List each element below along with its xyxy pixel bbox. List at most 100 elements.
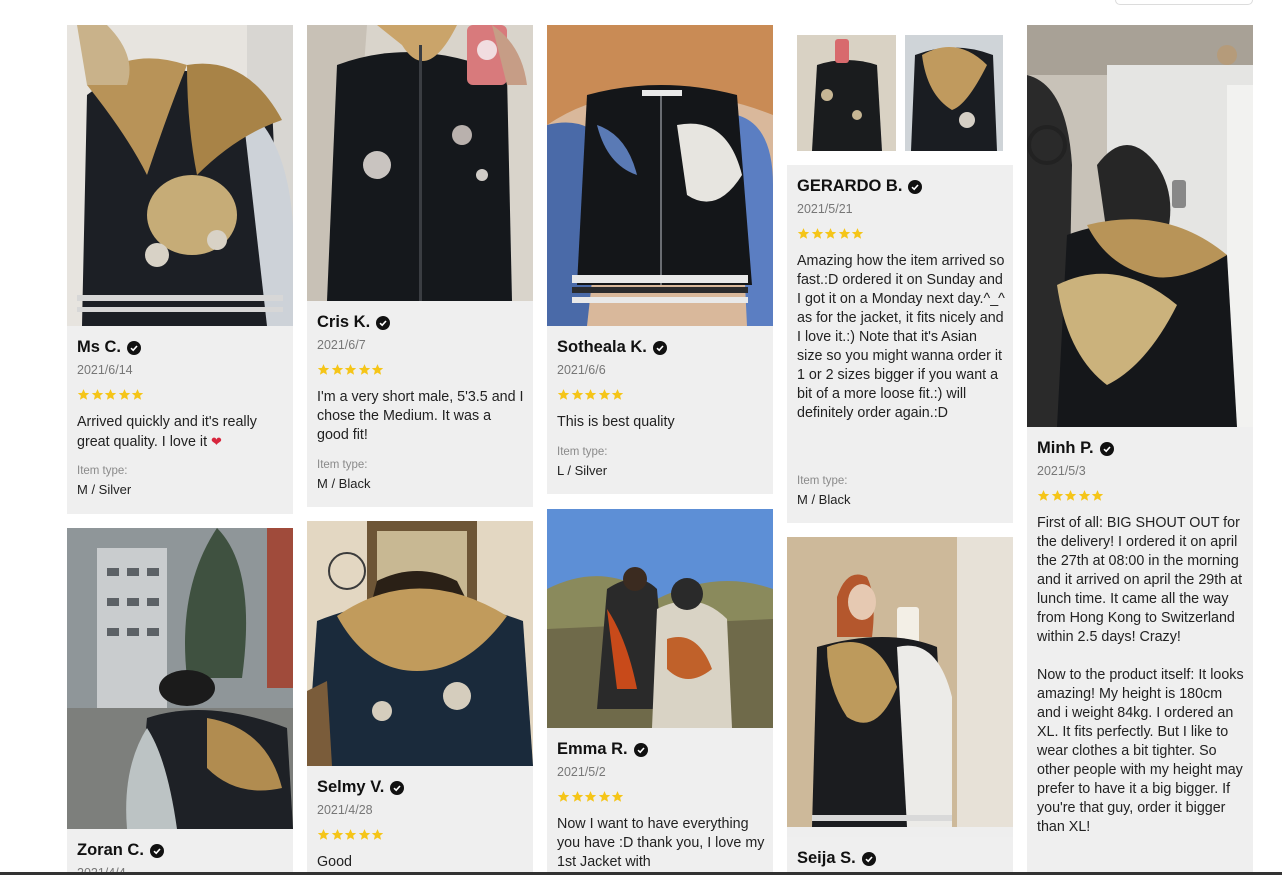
review-photo[interactable] — [787, 537, 1013, 837]
review-photo[interactable] — [307, 25, 533, 301]
review-card: Emma R. 2021/5/2 Now I want to have ever… — [547, 509, 773, 875]
star-rating — [317, 363, 384, 376]
star-icon — [797, 228, 810, 239]
star-icon — [598, 389, 610, 400]
item-type-label: Item type: — [557, 446, 608, 458]
star-icon — [584, 791, 597, 802]
review-date: 2021/6/14 — [77, 363, 133, 377]
star-icon — [77, 389, 90, 400]
item-type-value: M / Black — [317, 476, 371, 491]
star-icon — [131, 389, 144, 400]
verified-check-icon — [149, 843, 164, 858]
star-icon — [331, 829, 343, 840]
star-rating — [1037, 489, 1104, 502]
reviewer-name: Minh P. — [1037, 439, 1114, 458]
star-icon — [557, 791, 570, 802]
item-type-label: Item type: — [797, 475, 848, 487]
review-photo[interactable] — [67, 528, 293, 829]
star-icon — [344, 364, 357, 375]
verified-check-icon — [127, 340, 142, 355]
review-date: 2021/5/2 — [557, 765, 606, 779]
item-type-label: Item type: — [77, 465, 128, 477]
review-text: Now I want to have everything you have :… — [557, 816, 765, 870]
star-icon — [1051, 490, 1063, 501]
reviewer-name: Emma R. — [557, 740, 648, 759]
reviewer-name: Ms C. — [77, 338, 142, 357]
sort-dropdown[interactable] — [1115, 0, 1253, 5]
review-text: I'm a very short male, 5'3.5 and I chose… — [317, 389, 524, 443]
star-rating — [317, 828, 384, 841]
star-icon — [838, 228, 850, 239]
verified-check-icon — [861, 851, 876, 866]
review-card: Ms C. 2021/6/14 Arrived quickly and it's… — [67, 25, 293, 514]
review-date: 2021/6/6 — [557, 363, 606, 377]
star-icon — [104, 389, 117, 400]
reviewer-name: Seija S. — [797, 849, 876, 868]
review-photo[interactable] — [67, 25, 293, 326]
star-rating — [557, 388, 624, 401]
star-icon — [358, 364, 370, 375]
star-icon — [824, 228, 837, 239]
review-text: Amazing how the item arrived so fast.:D … — [797, 253, 1005, 421]
star-rating — [557, 790, 624, 803]
item-type-value: M / Silver — [77, 482, 132, 497]
review-photo[interactable] — [547, 509, 773, 728]
review-text: Arrived quickly and it's really great qu… — [77, 414, 257, 450]
review-card: Sotheala K. 2021/6/6 This is best qualit… — [547, 25, 773, 494]
item-type-value: L / Silver — [557, 463, 608, 478]
item-type-value: M / Black — [797, 492, 851, 507]
review-date: 2021/5/21 — [797, 202, 853, 216]
review-photo[interactable] — [307, 521, 533, 766]
reviewer-name: Zoran C. — [77, 841, 164, 860]
review-photos — [787, 25, 1013, 165]
star-icon — [331, 364, 343, 375]
review-date: 2021/6/7 — [317, 338, 366, 352]
reviewer-name: Sotheala K. — [557, 338, 667, 357]
star-icon — [611, 389, 624, 400]
verified-check-icon — [652, 340, 667, 355]
star-icon — [317, 829, 330, 840]
review-photo[interactable] — [1027, 25, 1253, 427]
star-icon — [1037, 490, 1050, 501]
reviewer-name: GERARDO B. — [797, 177, 923, 196]
star-icon — [371, 829, 384, 840]
star-rating — [77, 388, 144, 401]
review-text: This is best quality — [557, 414, 675, 430]
review-photo[interactable] — [547, 25, 773, 326]
reviewer-name: Selmy V. — [317, 778, 405, 797]
verified-check-icon — [390, 780, 405, 795]
star-icon — [571, 389, 583, 400]
star-icon — [118, 389, 130, 400]
star-icon — [371, 364, 384, 375]
verified-check-icon — [376, 315, 391, 330]
review-text: Good — [317, 854, 352, 870]
review-card: Selmy V. 2021/4/28 Good — [307, 521, 533, 875]
star-icon — [344, 829, 357, 840]
verified-check-icon — [1099, 441, 1114, 456]
review-card: GERARDO B. 2021/5/21 Amazing how the ite… — [787, 25, 1013, 523]
review-card: Zoran C. 2021/4/4 — [67, 528, 293, 875]
star-icon — [1091, 490, 1104, 501]
review-card: Minh P. 2021/5/3 First of all: BIG SHOUT… — [1027, 25, 1253, 875]
verified-check-icon — [633, 742, 648, 757]
star-icon — [1078, 490, 1090, 501]
heart-icon: ❤ — [211, 434, 222, 449]
star-icon — [557, 389, 570, 400]
star-icon — [571, 791, 583, 802]
star-icon — [358, 829, 370, 840]
review-photo-thumb-2[interactable] — [905, 35, 1003, 151]
reviewer-name: Cris K. — [317, 313, 391, 332]
star-icon — [317, 364, 330, 375]
item-type-label: Item type: — [317, 459, 368, 471]
star-icon — [1064, 490, 1077, 501]
review-date: 2021/4/28 — [317, 803, 373, 817]
star-icon — [598, 791, 610, 802]
star-icon — [91, 389, 103, 400]
star-icon — [811, 228, 823, 239]
review-photo-thumb-1[interactable] — [797, 35, 896, 151]
review-card: Cris K. 2021/6/7 I'm a very short male, … — [307, 25, 533, 507]
review-card: Seija S. — [787, 537, 1013, 875]
star-icon — [851, 228, 864, 239]
review-text: First of all: BIG SHOUT OUT for the deli… — [1037, 515, 1244, 835]
review-date: 2021/5/3 — [1037, 464, 1086, 478]
